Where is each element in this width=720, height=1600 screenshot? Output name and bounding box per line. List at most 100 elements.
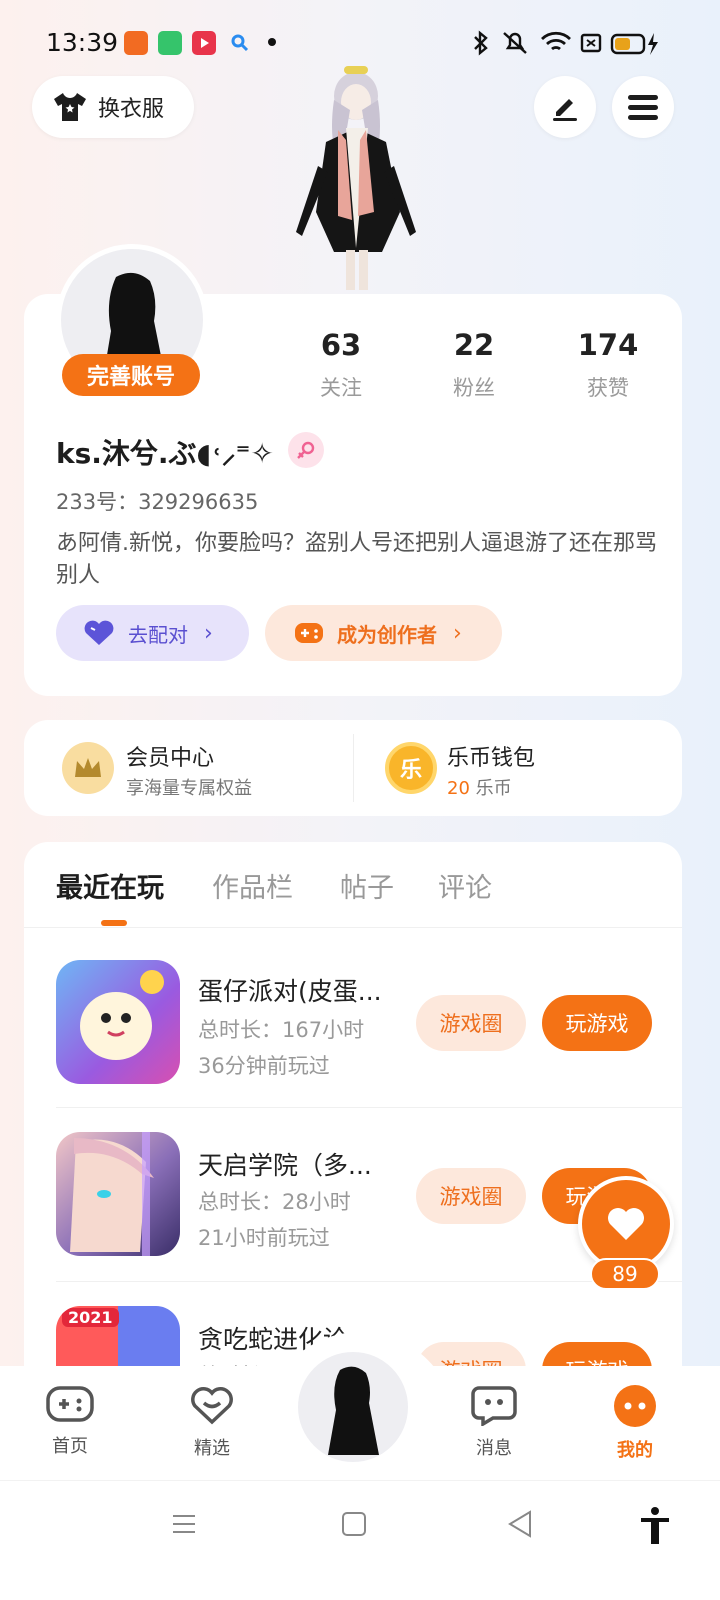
- pen-icon: [553, 99, 577, 121]
- stat-likes[interactable]: 174 获赞: [548, 328, 668, 402]
- avatar-silhouette: [328, 1366, 379, 1455]
- nav-home[interactable]: 首页: [30, 1384, 110, 1458]
- wallet-unit: 乐币: [475, 778, 512, 799]
- become-creator-button[interactable]: 成为创作者 ›: [265, 605, 502, 661]
- edit-button[interactable]: [534, 76, 596, 138]
- heart-icon: [84, 620, 114, 645]
- change-outfit-button[interactable]: 换衣服: [32, 76, 194, 138]
- like-count-badge: 89: [590, 1258, 660, 1290]
- wallet-amount: 20: [447, 778, 470, 799]
- tab-posts[interactable]: 帖子: [340, 866, 394, 905]
- fans-count: 22: [453, 328, 495, 362]
- app-notification-icon: [158, 31, 182, 55]
- nav-center-avatar[interactable]: [298, 1352, 408, 1462]
- menu-lines-icon: [173, 1515, 195, 1533]
- complete-account-badge[interactable]: 完善账号: [62, 354, 200, 396]
- wifi-icon: [540, 30, 572, 60]
- game-icon-tianqi-academy: [56, 1132, 180, 1256]
- stat-following[interactable]: 63 关注: [281, 328, 401, 402]
- game-icon-eggy-party: [56, 960, 180, 1084]
- back-button[interactable]: [506, 1508, 536, 1544]
- video-app-icon: [192, 31, 216, 55]
- chevron-right-icon: ›: [453, 620, 462, 646]
- nav-featured[interactable]: 精选: [172, 1384, 252, 1460]
- menu-icon: [628, 95, 658, 120]
- chevron-right-icon: ›: [204, 620, 213, 646]
- user-bio: あ阿倩.新悦，你要脸吗？盗别人号还把别人逼退游了还在那骂别人: [56, 531, 657, 588]
- bluetooth-icon: [472, 30, 490, 60]
- crown-icon: [62, 742, 114, 794]
- more-notifications-dot: [268, 38, 276, 46]
- creator-label: 成为创作者: [337, 622, 437, 647]
- tab-comments[interactable]: 评论: [438, 866, 492, 905]
- user-id: 233号：329296635: [56, 490, 259, 514]
- gamepad-plus-icon: [295, 623, 323, 643]
- vip-subtitle: 享海量专属权益: [126, 778, 252, 799]
- nav-home-label: 首页: [52, 1436, 88, 1457]
- accessibility-icon: [641, 1507, 669, 1544]
- accessibility-button[interactable]: [638, 1506, 672, 1550]
- wallet-title: 乐币钱包: [447, 746, 536, 771]
- wallet-entry[interactable]: 乐 乐币钱包 20 乐币: [385, 736, 665, 800]
- coin-icon: 乐: [385, 742, 437, 794]
- vip-center-entry[interactable]: 会员中心 享海量专属权益: [62, 736, 342, 800]
- game-title: 天启学院（多...: [198, 1151, 372, 1180]
- following-label: 关注: [320, 376, 362, 400]
- wallet-balance: 20 乐币: [447, 774, 512, 800]
- menu-button[interactable]: [612, 76, 674, 138]
- likes-label: 获赞: [587, 376, 629, 400]
- back-triangle-icon: [508, 1510, 531, 1538]
- fans-label: 粉丝: [453, 376, 495, 400]
- tab-recent-played[interactable]: 最近在玩: [56, 866, 164, 905]
- vip-title: 会员中心: [126, 746, 215, 771]
- sim-icon: [580, 32, 602, 58]
- nav-profile-label: 我的: [617, 1440, 653, 1461]
- game-last-played: 21小时前玩过: [198, 1226, 330, 1250]
- stat-fans[interactable]: 22 粉丝: [414, 328, 534, 402]
- game-last-played: 36分钟前玩过: [198, 1054, 330, 1078]
- app-notification-icon: [124, 31, 148, 55]
- heart-icon: [608, 1208, 644, 1240]
- status-time: 13:39: [46, 28, 119, 57]
- play-game-button[interactable]: 玩游戏: [542, 1342, 652, 1368]
- game-duration: 总时长：167小时: [198, 1018, 365, 1042]
- recent-apps-button[interactable]: [170, 1510, 198, 1542]
- message-icon: [471, 1386, 517, 1428]
- game-duration: 总时长：28小时: [198, 1190, 351, 1214]
- tab-divider: [24, 927, 682, 928]
- home-button[interactable]: [340, 1510, 368, 1542]
- game-row[interactable]: 天启学院（多... 总时长：28小时 21小时前玩过 游戏圈 玩游戏: [56, 1132, 666, 1260]
- row-divider: [56, 1281, 682, 1282]
- game-circle-button[interactable]: 游戏圈: [416, 1168, 526, 1224]
- game-title: 蛋仔派对(皮蛋...: [198, 977, 382, 1006]
- battery-icon: [610, 31, 664, 61]
- square-icon: [342, 1512, 366, 1536]
- tab-works[interactable]: 作品栏: [212, 866, 293, 905]
- nav-profile[interactable]: 我的: [595, 1384, 675, 1462]
- heart-chat-icon: [191, 1387, 233, 1425]
- play-game-button[interactable]: 玩游戏: [542, 995, 652, 1051]
- nav-featured-label: 精选: [194, 1438, 230, 1459]
- game-row[interactable]: 蛋仔派对(皮蛋... 总时长：167小时 36分钟前玩过 游戏圈 玩游戏: [56, 958, 666, 1086]
- female-icon: [288, 432, 324, 468]
- profile-icon: [614, 1385, 656, 1427]
- following-count: 63: [320, 328, 362, 362]
- game-circle-button[interactable]: 游戏圈: [416, 995, 526, 1051]
- search-app-icon: [228, 31, 252, 55]
- row-divider: [56, 1107, 682, 1108]
- likes-count: 174: [577, 328, 639, 362]
- active-tab-indicator: [101, 920, 127, 926]
- match-button[interactable]: 去配对 ›: [56, 605, 249, 661]
- avatar-character[interactable]: [286, 62, 426, 300]
- change-outfit-label: 换衣服: [98, 97, 165, 122]
- nav-messages[interactable]: 消息: [454, 1384, 534, 1460]
- match-label: 去配对: [128, 622, 188, 647]
- mute-icon: [500, 30, 530, 60]
- gamepad-icon: [46, 1386, 94, 1422]
- game-icon-snake-evolution: 2021: [56, 1306, 180, 1368]
- nickname: ks.沐兮.ぶ◖˓⸝⁼✧: [56, 437, 274, 470]
- vip-divider: [353, 734, 354, 802]
- game-year-badge: 2021: [62, 1308, 119, 1327]
- tshirt-icon: [54, 93, 86, 121]
- nav-messages-label: 消息: [476, 1438, 512, 1459]
